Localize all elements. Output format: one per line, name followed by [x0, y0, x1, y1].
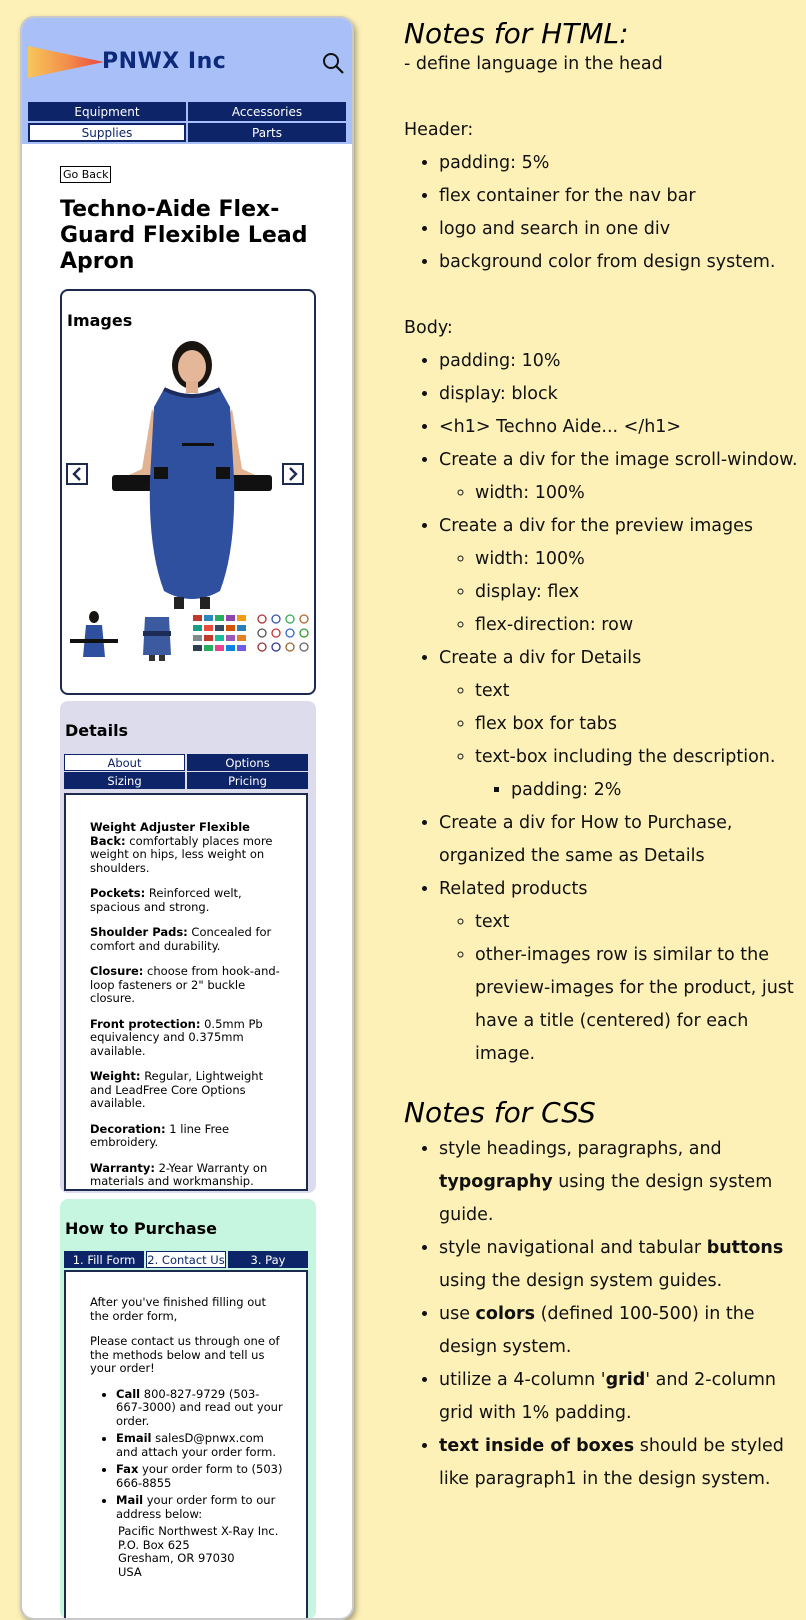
tab-pay[interactable]: 3. Pay [228, 1251, 308, 1268]
detail-item: Pockets: Reinforced welt, spacious and s… [90, 886, 242, 914]
details-tabs: About Options Sizing Pricing [64, 754, 308, 789]
detail-item: Front protection: 0.5mm Pb equivalency a… [90, 1016, 263, 1058]
nav-parts[interactable]: Parts [188, 123, 346, 142]
detail-item: Decoration: 1 line Free embroidery. [90, 1121, 230, 1149]
list-item: flex-direction: row [475, 609, 804, 642]
list-item: Email salesD@pnwx.com and attach your or… [116, 1431, 284, 1459]
list-item: display: flex [475, 576, 804, 609]
header-notes-list: padding: 5% flex container for the nav b… [404, 147, 804, 279]
list-item: <h1> Techno Aide... </h1> [439, 411, 804, 444]
list-item: flex container for the nav bar [439, 180, 804, 213]
mailing-address: Pacific Northwest X-Ray Inc. P.O. Box 62… [118, 1524, 284, 1579]
list-item: text-box including the description. padd… [475, 741, 804, 807]
tab-pricing[interactable]: Pricing [187, 772, 308, 789]
detail-item: Closure: choose from hook-and-loop faste… [90, 964, 280, 1005]
list-item: logo and search in one div [439, 213, 804, 246]
details-text-box: Weight Adjuster Flexible Back: comfortab… [64, 793, 308, 1191]
mobile-mockup: PNWX Inc Equipment Accessories Supplies … [20, 16, 354, 1620]
nav-supplies[interactable]: Supplies [28, 123, 186, 142]
tab-options[interactable]: Options [187, 754, 308, 771]
list-item: display: block [439, 378, 804, 411]
purchase-panel: How to Purchase 1. Fill Form 2. Contact … [60, 1199, 316, 1618]
contact-methods-list: Call 800-827-9729 (503-667-3000) and rea… [90, 1387, 284, 1580]
list-item: Create a div for the image scroll-window… [439, 444, 804, 510]
list-item: padding: 5% [439, 147, 804, 180]
purchase-heading: How to Purchase [65, 1219, 217, 1238]
list-item: use colors (defined 100-500) in the desi… [439, 1298, 804, 1364]
chevron-right-icon [289, 467, 298, 481]
next-image-button[interactable] [282, 463, 304, 485]
purchase-intro-2: Please contact us through one of the met… [90, 1334, 280, 1375]
apron-product-image [112, 341, 272, 609]
list-item: width: 100% [475, 477, 804, 510]
list-item: text [475, 675, 804, 708]
design-notes: Notes for HTML: - define language in the… [404, 14, 804, 1496]
detail-item: Weight Adjuster Flexible Back: comfortab… [90, 820, 273, 875]
purchase-intro: After you've finished filling out the or… [90, 1295, 267, 1323]
body-notes-list: padding: 10% display: block <h1> Techno … [404, 345, 804, 1071]
tab-sizing[interactable]: Sizing [64, 772, 185, 789]
list-item: Fax your order form to (503) 666-8855 [116, 1462, 284, 1490]
css-notes-list: style headings, paragraphs, and typograp… [404, 1133, 804, 1496]
html-notes-intro: - define language in the head [404, 54, 663, 74]
detail-item: Warranty: 2-Year Warranty on materials a… [90, 1160, 268, 1188]
tab-contact-us[interactable]: 2. Contact Us [146, 1251, 226, 1268]
images-panel: Images [60, 289, 316, 695]
nav-equipment[interactable]: Equipment [28, 102, 186, 121]
list-item: Call 800-827-9729 (503-667-3000) and rea… [116, 1387, 284, 1429]
detail-item: Shoulder Pads: Concealed for comfort and… [90, 925, 272, 953]
address-line: P.O. Box 625 [118, 1537, 190, 1552]
search-icon[interactable] [322, 52, 344, 74]
prev-image-button[interactable] [66, 463, 88, 485]
go-back-button[interactable]: Go Back [60, 166, 112, 183]
product-title: Techno-Aide Flex-Guard Flexible Lead Apr… [60, 197, 308, 274]
address-line: Gresham, OR 97030 [118, 1551, 235, 1565]
list-item: padding: 2% [511, 774, 804, 807]
preview-thumbnail-embroidery[interactable] [254, 609, 310, 663]
nav-accessories[interactable]: Accessories [188, 102, 346, 121]
nav-bar: Equipment Accessories Supplies Parts [28, 102, 346, 142]
list-item: background color from design system. [439, 246, 804, 279]
list-item: style headings, paragraphs, and typograp… [439, 1133, 804, 1232]
preview-thumbnail-front[interactable] [66, 609, 122, 663]
list-item: Create a div for Details text flex box f… [439, 642, 804, 807]
purchase-tabs: 1. Fill Form 2. Contact Us 3. Pay [64, 1251, 308, 1268]
site-header: PNWX Inc Equipment Accessories Supplies … [22, 18, 352, 144]
list-item: flex box for tabs [475, 708, 804, 741]
address-line: Pacific Northwest X-Ray Inc. [118, 1524, 279, 1538]
address-line: USA [118, 1564, 142, 1579]
list-item: Related products text other-images row i… [439, 873, 804, 1071]
purchase-text-box: After you've finished filling out the or… [64, 1270, 308, 1618]
list-item: Create a div for How to Purchase, organi… [439, 807, 804, 873]
pennant-logo-icon [28, 46, 104, 78]
tab-fill-form[interactable]: 1. Fill Form [64, 1251, 144, 1268]
preview-thumbnail-back[interactable] [129, 609, 185, 663]
css-notes-heading: Notes for CSS [404, 1096, 596, 1129]
chevron-left-icon [72, 467, 81, 481]
list-item: style navigational and tabular buttons u… [439, 1232, 804, 1298]
list-item: other-images row is similar to the previ… [475, 939, 804, 1071]
preview-thumbnail-colors[interactable] [191, 609, 247, 663]
images-heading: Images [67, 311, 133, 330]
list-item: text [475, 906, 804, 939]
tab-about[interactable]: About [64, 754, 185, 771]
logo-text[interactable]: PNWX Inc [102, 49, 226, 74]
preview-images-row [66, 609, 310, 663]
list-item: utilize a 4-column 'grid' and 2-column g… [439, 1364, 804, 1430]
list-item: padding: 10% [439, 345, 804, 378]
details-heading: Details [65, 721, 129, 740]
body-label: Body: [404, 318, 453, 338]
detail-item: Weight: Regular, Lightweight and LeadFre… [90, 1069, 264, 1110]
list-item: width: 100% [475, 543, 804, 576]
list-item: Create a div for the preview images widt… [439, 510, 804, 642]
header-label: Header: [404, 120, 474, 140]
details-panel: Details About Options Sizing Pricing Wei… [60, 701, 316, 1193]
list-item: Mail your order form to our address belo… [116, 1493, 284, 1579]
page-body: Go Back Techno-Aide Flex-Guard Flexible … [22, 144, 352, 1618]
list-item: text inside of boxes should be styled li… [439, 1430, 804, 1496]
